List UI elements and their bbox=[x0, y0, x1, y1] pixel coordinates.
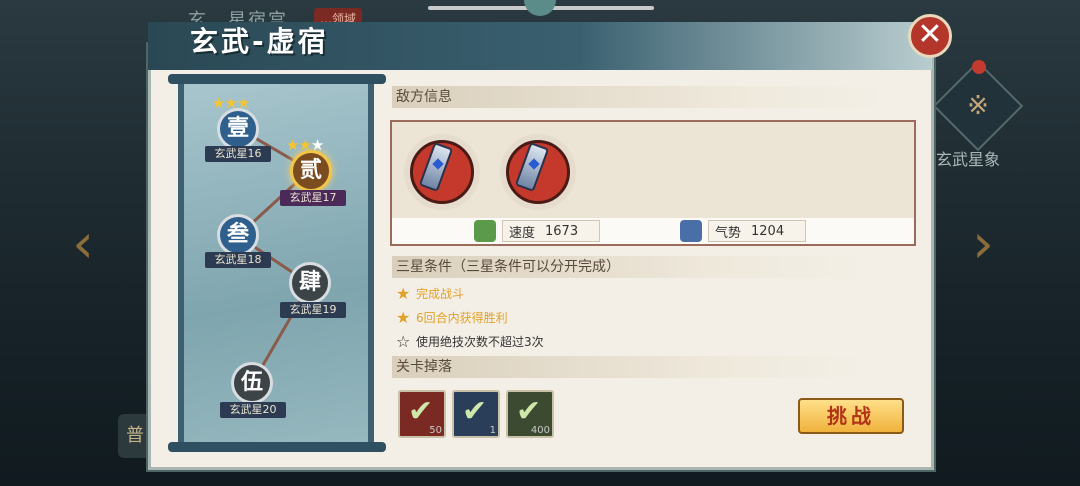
star-empty-icon: ★ bbox=[310, 136, 324, 154]
stage-node-label: 玄武星16 bbox=[205, 146, 271, 162]
stage-stars: ★★★ bbox=[212, 94, 250, 112]
speed-box: 速度 1673 bbox=[502, 220, 601, 242]
condition-text: 使用绝技次数不超过3次 bbox=[416, 335, 544, 349]
momentum-icon bbox=[680, 220, 702, 242]
drop-count: 1 bbox=[489, 425, 496, 436]
star-filled-icon: ★ bbox=[286, 136, 299, 154]
stage-node[interactable]: 贰 bbox=[290, 150, 332, 192]
stage-node[interactable]: 壹 bbox=[217, 108, 259, 150]
drop-item[interactable]: ✔ 1 bbox=[452, 390, 500, 438]
stage-node-label: 玄武星20 bbox=[220, 402, 286, 418]
speed-stat: 速度 1673 bbox=[474, 220, 601, 242]
drops-heading: 关卡掉落 bbox=[392, 356, 866, 378]
condition-text: 6回合内获得胜利 bbox=[416, 311, 508, 325]
challenge-button[interactable]: 挑战 bbox=[798, 398, 904, 434]
enemy-info-heading: 敌方信息 bbox=[392, 86, 886, 108]
drop-count: 50 bbox=[429, 425, 442, 436]
speed-icon bbox=[474, 220, 496, 242]
enemy-stat-strip bbox=[392, 218, 914, 244]
momentum-label: 气势 bbox=[715, 225, 742, 241]
condition-text: 完成战斗 bbox=[416, 287, 465, 301]
stage-node[interactable]: 伍 bbox=[231, 362, 273, 404]
drop-item[interactable]: ✔ 50 bbox=[398, 390, 446, 438]
stage-node[interactable]: 叁 bbox=[217, 214, 259, 256]
momentum-box: 气势 1204 bbox=[708, 220, 807, 242]
momentum-value: 1204 bbox=[751, 223, 785, 239]
check-icon: ✔ bbox=[408, 394, 434, 429]
enemy-portrait[interactable] bbox=[500, 134, 576, 210]
speed-label: 速度 bbox=[509, 225, 536, 241]
star-filled-icon: ★ bbox=[298, 136, 311, 154]
stage-node[interactable]: 肆 bbox=[289, 262, 331, 304]
stage-node-label: 玄武星18 bbox=[205, 252, 271, 268]
enemy-info-box bbox=[390, 120, 916, 246]
momentum-stat: 气势 1204 bbox=[680, 220, 807, 242]
enemy-portrait[interactable] bbox=[404, 134, 480, 210]
drop-item[interactable]: ✔ 400 bbox=[506, 390, 554, 438]
stage-node-label: 玄武星19 bbox=[280, 302, 346, 318]
condition-item: ☆ 使用绝技次数不超过3次 bbox=[396, 332, 544, 351]
drop-count: 400 bbox=[530, 425, 550, 436]
stage-stars: ★★★ bbox=[286, 136, 324, 154]
check-icon: ✔ bbox=[462, 394, 488, 429]
star-empty-icon: ☆ bbox=[396, 332, 411, 351]
star-filled-icon: ★ bbox=[396, 308, 411, 327]
check-icon: ✔ bbox=[516, 394, 542, 429]
star-filled-icon: ★ bbox=[212, 94, 225, 112]
condition-item: ★ 完成战斗 bbox=[396, 284, 464, 303]
speed-value: 1673 bbox=[545, 223, 579, 239]
stage-node-label: 玄武星17 bbox=[280, 190, 346, 206]
three-star-heading: 三星条件（三星条件可以分开完成） bbox=[392, 256, 866, 278]
star-filled-icon: ★ bbox=[236, 94, 250, 112]
condition-item: ★ 6回合内获得胜利 bbox=[396, 308, 508, 327]
star-filled-icon: ★ bbox=[396, 284, 411, 303]
star-filled-icon: ★ bbox=[224, 94, 237, 112]
